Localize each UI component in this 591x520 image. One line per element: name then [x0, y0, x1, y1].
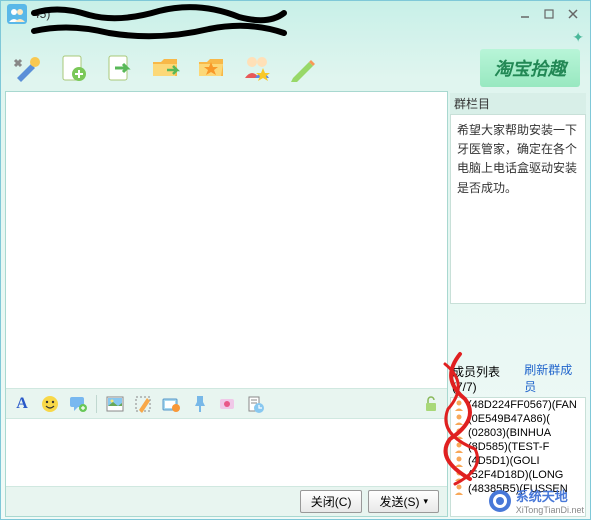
member-row[interactable]: (0E549B47A86)(	[451, 412, 585, 426]
emoji-icon[interactable]	[40, 394, 60, 414]
history-icon[interactable]	[245, 394, 265, 414]
member-list[interactable]: (48D224FF0567)(FAN (0E549B47A86)( (02803…	[450, 397, 586, 517]
refresh-members-link[interactable]: 刷新群成员	[524, 361, 584, 395]
bulletin-title: 群栏目	[450, 93, 586, 114]
message-input[interactable]	[6, 418, 447, 486]
maximize-button[interactable]	[538, 6, 560, 22]
separator	[96, 395, 97, 413]
window-controls	[514, 6, 584, 22]
member-row[interactable]: (48385B5)(FUSSEN	[451, 482, 585, 496]
close-button[interactable]	[562, 6, 584, 22]
window-title: 45)	[33, 7, 514, 21]
bulletin-body: 希望大家帮助安装一下牙医管家，确定在各个电脑上电话盒驱动安装是否成功。	[450, 114, 586, 304]
member-count: 成员列表(7/7)	[452, 363, 524, 394]
toolbar: ✦ 淘宝拾趣	[1, 45, 590, 91]
main-area: A 关闭(C) 发送(S) 群栏目 希望大家帮助安装一下牙医管家，确	[1, 91, 590, 519]
settings-icon[interactable]	[11, 52, 43, 84]
left-panel: A 关闭(C) 发送(S)	[5, 91, 448, 517]
chat-history	[6, 92, 447, 388]
member-row[interactable]: (4D5D1)(GOLI	[451, 454, 585, 468]
plus-icon[interactable]: ✦	[572, 29, 584, 46]
crop-icon[interactable]	[133, 394, 153, 414]
member-row[interactable]: (8D585)(TEST-F	[451, 440, 585, 454]
member-header: 成员列表(7/7) 刷新群成员	[450, 359, 586, 397]
folder-icon[interactable]	[149, 52, 181, 84]
subtitle	[1, 27, 590, 45]
minimize-button[interactable]	[514, 6, 536, 22]
send-file-icon[interactable]	[103, 52, 135, 84]
member-row[interactable]: (52F4D18D)(LONG	[451, 468, 585, 482]
chat-window: 45) ✦ 淘宝拾趣	[0, 0, 591, 520]
edit-icon[interactable]	[287, 52, 319, 84]
pin-icon[interactable]	[189, 394, 209, 414]
member-row[interactable]: (48D224FF0567)(FAN	[451, 398, 585, 412]
send-button[interactable]: 发送(S)	[368, 490, 439, 513]
button-bar: 关闭(C) 发送(S)	[6, 486, 447, 516]
right-panel: 群栏目 希望大家帮助安装一下牙医管家，确定在各个电脑上电话盒驱动安装是否成功。 …	[448, 91, 590, 519]
member-row[interactable]: (02803)(BINHUA	[451, 426, 585, 440]
brand-badge[interactable]: 淘宝拾趣	[480, 49, 580, 87]
new-icon[interactable]	[57, 52, 89, 84]
font-icon[interactable]: A	[12, 394, 32, 414]
close-chat-button[interactable]: 关闭(C)	[300, 490, 363, 513]
app-icon	[7, 4, 27, 24]
lock-icon[interactable]	[421, 394, 441, 414]
image-icon[interactable]	[105, 394, 125, 414]
format-toolbar: A	[6, 388, 447, 418]
titlebar: 45)	[1, 1, 590, 27]
record-icon[interactable]	[217, 394, 237, 414]
members-icon[interactable]	[241, 52, 273, 84]
screenshot-icon[interactable]	[161, 394, 181, 414]
chat-bubble-icon[interactable]	[68, 394, 88, 414]
favorite-folder-icon[interactable]	[195, 52, 227, 84]
